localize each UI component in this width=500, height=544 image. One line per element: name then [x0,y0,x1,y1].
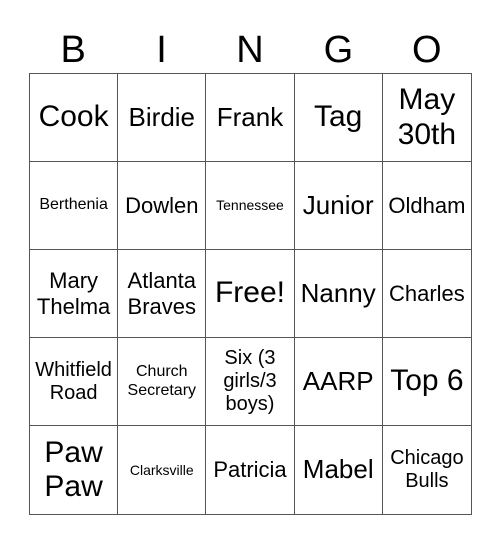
bingo-cell[interactable]: Nanny [294,250,383,338]
bingo-cell[interactable]: Chicago Bulls [383,426,471,514]
bingo-cell[interactable]: Oldham [382,162,471,250]
header-letter-g: G [323,29,354,71]
bingo-cell[interactable]: Paw Paw [30,426,119,514]
bingo-cell[interactable]: Junior [294,162,383,250]
free-space-cell[interactable]: Free! [206,250,295,338]
bingo-cell[interactable]: Six (3 girls/3 boys) [206,338,295,426]
bingo-cell[interactable]: Dowlen [118,162,207,250]
header-letter-i: I [156,29,167,71]
bingo-cell[interactable]: Patricia [206,426,295,514]
bingo-cell[interactable]: Berthenia [30,162,119,250]
bingo-cell[interactable]: Whitfield Road [30,338,119,426]
bingo-cell[interactable]: Mary Thelma [30,250,119,338]
bingo-cell[interactable]: May 30th [382,74,471,162]
bingo-cell[interactable]: Church Secretary [118,338,207,426]
header-letter-o: O [411,29,442,71]
bingo-cell[interactable]: Birdie [118,74,207,162]
bingo-header: B I N G O [29,28,471,73]
bingo-cell[interactable]: Atlanta Braves [118,250,207,338]
bingo-card: Cook Birdie Frank Tag May 30th Berthenia… [29,73,472,515]
bingo-cell[interactable]: Cook [30,74,119,162]
header-letter-b: B [60,29,86,71]
bingo-cell[interactable]: AARP [294,338,383,426]
bingo-cell[interactable]: Mabel [295,426,383,514]
bingo-cell[interactable]: Charles [382,250,471,338]
bingo-cell[interactable]: Tennessee [206,162,295,250]
bingo-cell[interactable]: Top 6 [382,338,471,426]
bingo-cell[interactable]: Frank [206,74,295,162]
bingo-cell[interactable]: Tag [294,74,383,162]
bingo-cell[interactable]: Clarksville [118,426,207,514]
header-letter-n: N [236,29,264,71]
